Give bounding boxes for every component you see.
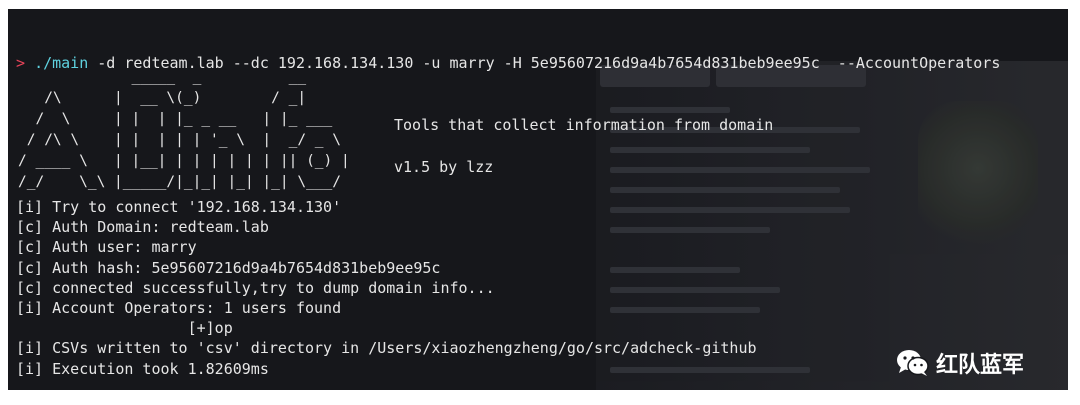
log-line: [c] connected successfully,try to dump d… (16, 278, 495, 297)
ghost-line (610, 147, 810, 153)
log-line: [c] Auth Domain: redteam.lab (16, 218, 269, 237)
log-line: [i] Try to connect '192.168.134.130' (16, 198, 342, 216)
ghost-avatar (918, 101, 1038, 251)
log-line: [i] Execution took 1.82609ms (16, 359, 269, 378)
log-line: [c] Auth user: marry (16, 238, 197, 257)
banner-version: v1.5 by lzz (394, 158, 494, 176)
log-line: [i] CSVs written to 'csv' directory in /… (16, 339, 757, 358)
watermark-text: 红队蓝军 (936, 353, 1025, 378)
log-line: [i] Account Operators: 1 users found (16, 298, 342, 317)
watermark: 红队蓝军 (896, 347, 1024, 379)
wechat-icon (896, 348, 930, 378)
banner-tagline: Tools that collect information from doma… (394, 116, 774, 134)
terminal-window: > ./main -d redteam.lab --dc 192.168.134… (8, 9, 1068, 390)
log-line: [c] Auth hash: 5e95607216d9a4b7654d831be… (16, 258, 441, 277)
ghost-line (610, 187, 840, 193)
log-line: [+]op (16, 319, 233, 338)
ghost-line (610, 167, 870, 173)
output-log: [i] Try to connect '192.168.134.130' [c]… (16, 197, 757, 379)
ascii-art-logo: _____ _ __ /\ | __ \(_) / _| / \ | | | |… (18, 69, 350, 190)
